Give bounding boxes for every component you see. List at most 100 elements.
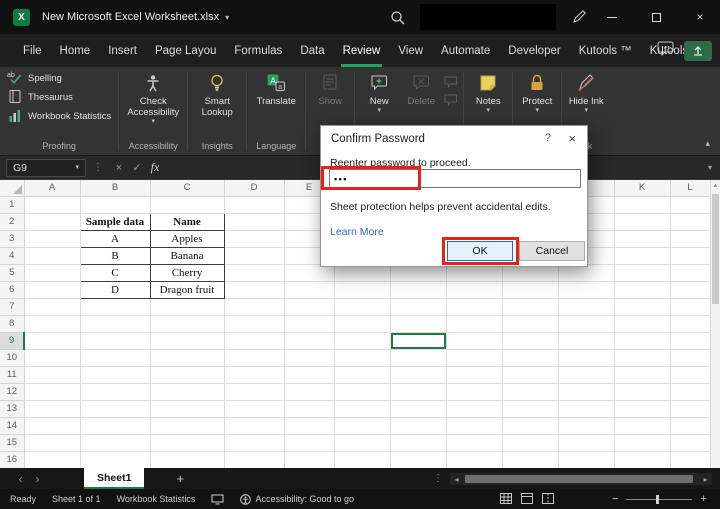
status-accessibility[interactable]: Accessibility: Good to go <box>240 493 354 505</box>
cell-B2[interactable]: Sample data <box>79 212 151 231</box>
cell-H10[interactable] <box>446 349 503 367</box>
cell-C13[interactable] <box>150 400 225 418</box>
menu-tab-file[interactable]: File <box>14 34 51 67</box>
cell-C6[interactable]: Dragon fruit <box>149 280 225 299</box>
cell-D3[interactable] <box>224 230 285 248</box>
collapse-ribbon-icon[interactable]: ▴ <box>705 138 710 149</box>
cell-I8[interactable] <box>502 315 559 333</box>
cell-I11[interactable] <box>502 366 559 384</box>
cell-D14[interactable] <box>224 417 285 435</box>
cell-A14[interactable] <box>24 417 81 435</box>
cell-F10[interactable] <box>334 349 391 367</box>
hide-ink-button[interactable]: Hide Ink ▾ <box>565 69 607 114</box>
cell-L12[interactable] <box>670 383 711 401</box>
tab-options-icon[interactable]: ⋮ <box>433 473 443 484</box>
cell-K7[interactable] <box>614 298 671 316</box>
menu-tab-view[interactable]: View <box>389 34 432 67</box>
cell-L10[interactable] <box>670 349 711 367</box>
cell-I13[interactable] <box>502 400 559 418</box>
cell-C12[interactable] <box>150 383 225 401</box>
expand-formula-bar-icon[interactable]: ▾ <box>708 163 712 172</box>
scroll-left-icon[interactable]: ◂ <box>450 475 463 484</box>
cell-J16[interactable] <box>558 451 615 469</box>
cell-E10[interactable] <box>284 349 335 367</box>
status-sheet-info[interactable]: Sheet 1 of 1 <box>52 494 101 504</box>
cell-B8[interactable] <box>80 315 151 333</box>
zoom-slider-thumb[interactable] <box>656 494 660 504</box>
cell-A13[interactable] <box>24 400 81 418</box>
cell-D4[interactable] <box>224 247 285 265</box>
column-header-K[interactable]: K <box>614 180 671 197</box>
cell-F6[interactable] <box>334 281 391 299</box>
cell-C1[interactable] <box>150 196 225 214</box>
cell-K14[interactable] <box>614 417 671 435</box>
cell-E9[interactable] <box>284 332 335 350</box>
cell-B13[interactable] <box>80 400 151 418</box>
cell-I15[interactable] <box>502 434 559 452</box>
cell-G13[interactable] <box>390 400 447 418</box>
cell-E12[interactable] <box>284 383 335 401</box>
insert-function-icon[interactable]: fx <box>146 160 164 175</box>
cancel-button[interactable]: Cancel <box>519 241 585 261</box>
cell-E16[interactable] <box>284 451 335 469</box>
cell-A7[interactable] <box>24 298 81 316</box>
cell-E14[interactable] <box>284 417 335 435</box>
cell-E7[interactable] <box>284 298 335 316</box>
cell-J8[interactable] <box>558 315 615 333</box>
notes-button[interactable]: Notes ▾ <box>467 69 509 114</box>
cell-B4[interactable]: B <box>79 246 151 265</box>
cell-L9[interactable] <box>670 332 711 350</box>
cell-K8[interactable] <box>614 315 671 333</box>
zoom-out-button[interactable]: − <box>612 493 618 505</box>
cell-B11[interactable] <box>80 366 151 384</box>
menu-tab-insert[interactable]: Insert <box>99 34 146 67</box>
cell-J7[interactable] <box>558 298 615 316</box>
protect-button[interactable]: Protect ▾ <box>516 69 558 114</box>
cell-K16[interactable] <box>614 451 671 469</box>
cell-J12[interactable] <box>558 383 615 401</box>
cell-H15[interactable] <box>446 434 503 452</box>
scroll-right-icon[interactable]: ▸ <box>699 475 712 484</box>
cell-D11[interactable] <box>224 366 285 384</box>
cell-D10[interactable] <box>224 349 285 367</box>
column-header-A[interactable]: A <box>24 180 81 197</box>
cell-L5[interactable] <box>670 264 711 282</box>
row-header-13[interactable]: 13 <box>0 400 25 418</box>
cell-K1[interactable] <box>614 196 671 214</box>
cell-C3[interactable]: Apples <box>149 229 225 248</box>
cell-H9[interactable] <box>446 332 503 350</box>
cell-L7[interactable] <box>670 298 711 316</box>
cell-H11[interactable] <box>446 366 503 384</box>
cell-A1[interactable] <box>24 196 81 214</box>
cell-G16[interactable] <box>390 451 447 469</box>
cell-D9[interactable] <box>224 332 285 350</box>
row-header-16[interactable]: 16 <box>0 451 25 469</box>
cell-K11[interactable] <box>614 366 671 384</box>
cell-G12[interactable] <box>390 383 447 401</box>
dialog-close-icon[interactable]: × <box>568 131 576 146</box>
previous-sheet-icon[interactable]: ‹ <box>12 472 29 486</box>
cell-L6[interactable] <box>670 281 711 299</box>
cell-D1[interactable] <box>224 196 285 214</box>
sheet-tab-sheet1[interactable]: Sheet1 <box>84 468 145 489</box>
cell-A12[interactable] <box>24 383 81 401</box>
cell-K6[interactable] <box>614 281 671 299</box>
cell-G14[interactable] <box>390 417 447 435</box>
column-header-D[interactable]: D <box>224 180 285 197</box>
cell-H16[interactable] <box>446 451 503 469</box>
column-header-C[interactable]: C <box>150 180 225 197</box>
next-sheet-icon[interactable]: › <box>29 472 46 486</box>
cell-L13[interactable] <box>670 400 711 418</box>
zoom-slider[interactable] <box>626 494 693 504</box>
cell-D8[interactable] <box>224 315 285 333</box>
cell-A11[interactable] <box>24 366 81 384</box>
cell-I12[interactable] <box>502 383 559 401</box>
cell-E6[interactable] <box>284 281 335 299</box>
display-settings-icon[interactable] <box>211 494 224 505</box>
cell-D6[interactable] <box>224 281 285 299</box>
cell-J6[interactable] <box>558 281 615 299</box>
cell-K13[interactable] <box>614 400 671 418</box>
cell-K10[interactable] <box>614 349 671 367</box>
cell-D13[interactable] <box>224 400 285 418</box>
cell-A3[interactable] <box>24 230 81 248</box>
